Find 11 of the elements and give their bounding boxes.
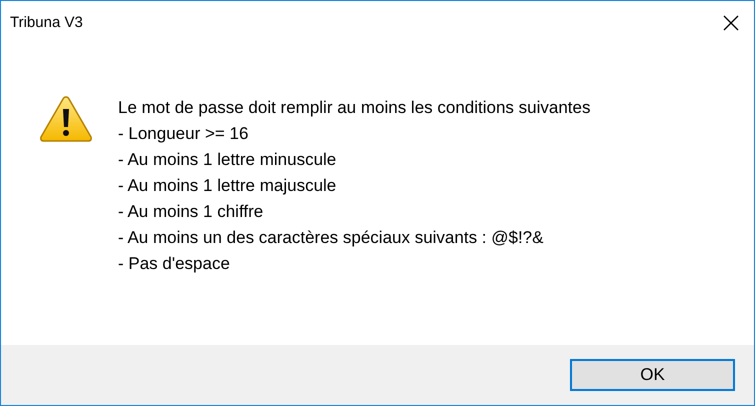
message-line: - Au moins 1 lettre minuscule (118, 149, 338, 171)
message-line: - Longueur >= 16 (118, 123, 250, 145)
warning-icon (39, 95, 93, 143)
message-line: Le mot de passe doit remplir au moins les conditions suivantes (118, 97, 590, 119)
ok-button[interactable]: OK (570, 359, 735, 391)
message-line: - Pas d'espace (118, 253, 231, 275)
message-line: - Au moins 1 lettre majuscule (118, 175, 338, 197)
message-line: - Au moins un des caractères spéciaux suivants : @$!?& (118, 227, 544, 249)
message-line: - Au moins 1 chiffre (118, 201, 264, 223)
window-title: Tribuna V3 (10, 12, 83, 33)
close-icon (723, 15, 739, 31)
